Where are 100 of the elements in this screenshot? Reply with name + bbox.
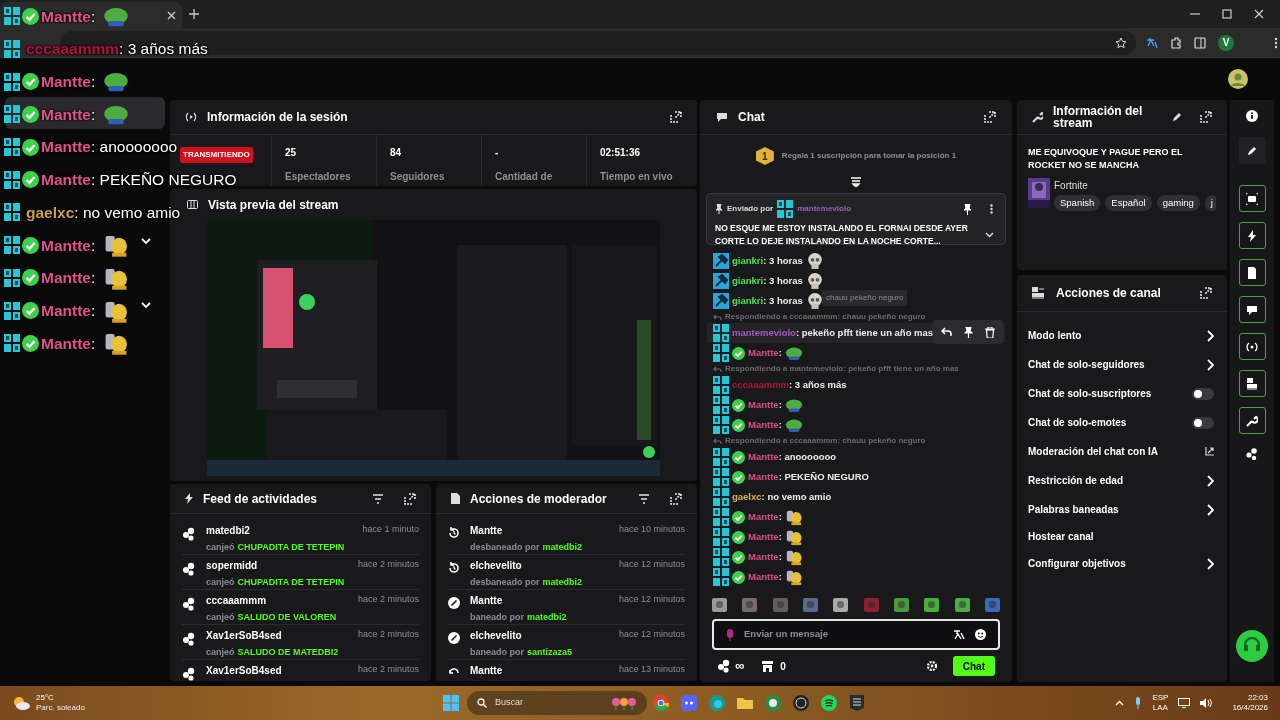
community-icon[interactable] <box>1246 448 1258 460</box>
keyboard-layout[interactable]: LAA <box>1152 703 1168 713</box>
chat-username[interactable]: Mantte <box>748 417 779 433</box>
username[interactable]: Mantte <box>470 523 503 538</box>
channel-action-label[interactable]: Chat de solo-seguidores <box>1028 357 1145 372</box>
username[interactable]: elchevelito <box>470 628 522 643</box>
username[interactable]: elchevelito <box>470 558 522 573</box>
category-name[interactable]: Fortnite <box>1054 178 1216 193</box>
chat-username[interactable]: Mantte <box>748 549 779 565</box>
toggle-switch[interactable] <box>1192 387 1214 400</box>
tag-pill[interactable]: j <box>1204 195 1216 212</box>
channel-action-label[interactable]: Palabras baneadas <box>1028 502 1119 517</box>
obs-icon[interactable] <box>792 695 809 711</box>
pinned-username[interactable]: mantemeviolo <box>797 203 959 215</box>
expand-icon[interactable] <box>670 111 682 123</box>
sidebar-icon[interactable] <box>1194 36 1206 49</box>
chat-username[interactable]: Mantte <box>748 345 779 361</box>
browser-icon[interactable] <box>764 695 781 711</box>
chevron-right-icon[interactable] <box>1206 503 1214 516</box>
taskbar-search[interactable]: Buscar <box>466 691 647 715</box>
chat-username[interactable]: mantemeviolo <box>732 325 796 341</box>
network-icon[interactable] <box>1178 698 1191 708</box>
discord-icon[interactable] <box>680 695 697 711</box>
close-icon[interactable] <box>1254 9 1264 19</box>
clock-date[interactable]: 16/4/2026 <box>1232 703 1268 713</box>
chevron-up-icon[interactable] <box>1115 700 1125 706</box>
pinned-message[interactable]: Enviado por mantemeviolo NO ESQUE ME ESTOY INSTALANDO EL FORNAI DESDE AYER CORTE LO DEJE INSTALANDO EN LA NOCHE CORTE... <box>706 193 1006 245</box>
username[interactable]: cccaaammm <box>206 593 267 608</box>
expand-icon[interactable] <box>984 111 996 123</box>
weather-text[interactable]: Parc. soleado <box>36 703 85 713</box>
volume-icon[interactable] <box>1200 698 1213 708</box>
folder-icon[interactable] <box>736 695 753 711</box>
capture-button[interactable] <box>1238 185 1266 212</box>
username[interactable]: Mantte <box>470 663 503 678</box>
spotify-icon[interactable] <box>820 695 837 711</box>
profile-avatar[interactable]: V <box>1218 34 1234 51</box>
settings-icon[interactable] <box>926 661 937 671</box>
gift-prompt[interactable]: Regala 1 suscripción para tomar la posición 1 <box>781 150 957 162</box>
weather-icon[interactable] <box>12 696 30 710</box>
chat-username[interactable]: Mantte <box>748 397 779 413</box>
wrench-button[interactable] <box>1238 407 1266 434</box>
channel-button[interactable] <box>1238 370 1266 397</box>
clock-time[interactable]: 22:03 <box>1247 693 1268 703</box>
message-input[interactable]: Enviar un mensaje <box>712 619 1000 650</box>
emote-icon[interactable] <box>924 598 940 612</box>
chevron-right-icon[interactable] <box>1206 557 1214 570</box>
info-icon[interactable] <box>1246 110 1258 122</box>
trash-icon[interactable] <box>985 326 995 338</box>
temperature[interactable]: 25°C <box>36 693 85 703</box>
more-icon[interactable] <box>990 204 993 214</box>
store-icon[interactable] <box>762 660 774 672</box>
emote-icon[interactable] <box>893 598 909 612</box>
filter-icon[interactable] <box>372 493 384 504</box>
channel-action-label[interactable]: Hostear canal <box>1028 529 1094 544</box>
chat-button[interactable] <box>1238 296 1266 323</box>
chevron-down-icon[interactable] <box>985 232 994 238</box>
emote-icon[interactable] <box>954 598 970 612</box>
username[interactable]: Xav1erSoB4sed <box>206 663 282 678</box>
user-avatar-icon[interactable] <box>1228 69 1248 89</box>
expand-icon[interactable] <box>1200 111 1212 123</box>
new-tab-icon[interactable] <box>189 9 199 19</box>
emote-icon[interactable] <box>742 598 758 612</box>
star-icon[interactable] <box>1115 36 1127 49</box>
maximize-icon[interactable] <box>1222 9 1232 19</box>
chat-username[interactable]: Mantte <box>748 469 779 485</box>
chat-username[interactable]: Mantte <box>748 509 779 525</box>
microphone-icon[interactable] <box>1134 697 1143 709</box>
chevron-right-icon[interactable] <box>1206 474 1214 487</box>
channel-action-label[interactable]: Chat de solo-emotes <box>1028 415 1127 430</box>
expand-icon[interactable] <box>404 492 416 505</box>
channel-action-label[interactable]: Chat de solo-suscriptores <box>1028 386 1152 401</box>
pin-icon[interactable] <box>964 326 973 338</box>
external-link-icon[interactable] <box>1205 447 1214 456</box>
document-button[interactable] <box>1238 259 1266 286</box>
expand-icon[interactable] <box>1200 287 1212 299</box>
emoji-icon[interactable] <box>975 629 986 640</box>
broadcast-button[interactable] <box>1238 333 1266 360</box>
username[interactable]: sopermidd <box>206 558 258 573</box>
chat-username[interactable]: Mantte <box>748 449 779 465</box>
username[interactable]: Xav1erSoB4sed <box>206 628 282 643</box>
chrome-icon[interactable] <box>652 695 669 711</box>
chevron-right-icon[interactable] <box>1206 329 1214 342</box>
edit-icon[interactable] <box>1172 112 1182 122</box>
edge-icon[interactable] <box>708 695 725 711</box>
tag-pill[interactable]: Español <box>1105 195 1152 212</box>
channel-action-label[interactable]: Modo lento <box>1028 328 1082 343</box>
extensions-icon[interactable] <box>1170 36 1182 49</box>
emote-icon[interactable] <box>833 598 849 612</box>
emote-icon[interactable] <box>984 598 1000 612</box>
reply-icon[interactable] <box>941 327 952 337</box>
send-chat-button[interactable]: Chat <box>952 656 995 676</box>
epic-games-icon[interactable] <box>848 695 865 711</box>
message-field[interactable]: Enviar un mensaje <box>744 627 943 642</box>
chevron-right-icon[interactable] <box>1206 358 1214 371</box>
chat-username[interactable]: Mantte <box>748 569 779 585</box>
channel-action-label[interactable]: Moderación del chat con IA <box>1028 444 1159 459</box>
chat-username[interactable]: Mantte <box>748 529 779 545</box>
pin-icon[interactable] <box>963 203 972 215</box>
edit-button[interactable] <box>1238 137 1266 164</box>
toggle-switch[interactable] <box>1192 416 1214 429</box>
